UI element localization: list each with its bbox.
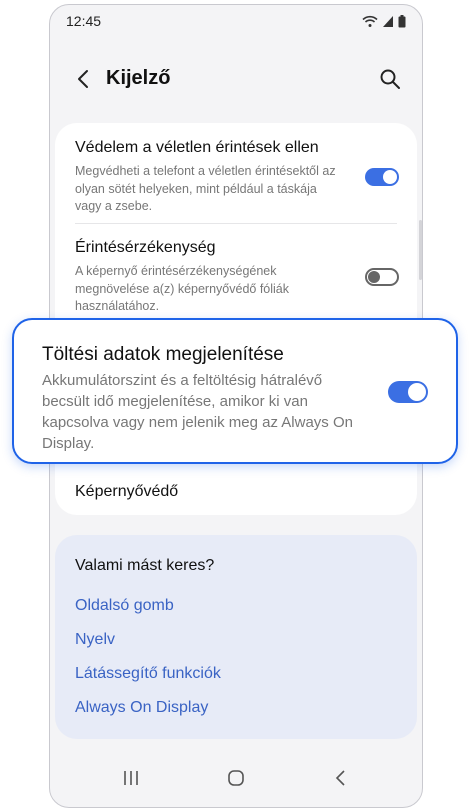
- app-header: Kijelző: [50, 59, 422, 99]
- setting-title: Töltési adatok megjelenítése: [42, 344, 284, 365]
- charging-info-toggle[interactable]: [388, 381, 428, 403]
- back-arrow-icon[interactable]: [72, 67, 96, 91]
- suggestion-link[interactable]: Oldalsó gomb: [75, 597, 174, 615]
- setting-title: Védelem a véletlen érintések ellen: [75, 139, 319, 156]
- page-title: Kijelző: [106, 67, 171, 89]
- setting-title: Érintésérzékenység: [75, 239, 216, 256]
- back-nav-icon[interactable]: [332, 769, 350, 787]
- setting-description: A képernyő érintésérzékenységének megnöv…: [75, 264, 290, 313]
- suggestions-heading: Valami mást keres?: [75, 557, 215, 574]
- setting-screensaver[interactable]: Képernyővédő: [75, 483, 397, 501]
- touch-sensitivity-toggle[interactable]: [365, 268, 399, 286]
- divider: [75, 223, 397, 224]
- setting-title: Képernyővédő: [75, 483, 179, 500]
- wifi-icon: [362, 15, 378, 27]
- suggestion-link[interactable]: Always On Display: [75, 699, 208, 717]
- setting-description: Megvédheti a telefont a véletlen érintés…: [75, 164, 336, 213]
- search-icon[interactable]: [378, 67, 402, 91]
- accidental-touch-toggle[interactable]: [365, 168, 399, 186]
- suggestion-link[interactable]: Látássegítő funkciók: [75, 665, 221, 683]
- setting-touch-sensitivity[interactable]: Érintésérzékenység A képernyő érintésérz…: [75, 239, 397, 316]
- setting-accidental-touch[interactable]: Védelem a véletlen érintések ellen Megvé…: [75, 139, 397, 216]
- home-icon[interactable]: [227, 769, 245, 787]
- highlighted-setting-charging-info[interactable]: Töltési adatok megjelenítése Akkumulátor…: [12, 318, 458, 464]
- recent-apps-icon[interactable]: [122, 769, 140, 787]
- suggestion-link[interactable]: Nyelv: [75, 631, 115, 649]
- navigation-bar: [50, 755, 422, 807]
- battery-icon: [398, 15, 406, 28]
- side-button: [419, 220, 422, 280]
- status-time: 12:45: [66, 13, 102, 29]
- setting-description: Akkumulátorszint és a feltöltésig hátral…: [42, 372, 353, 452]
- signal-icon: [383, 16, 393, 27]
- status-bar: 12:45: [66, 13, 406, 33]
- suggestions-panel: Valami mást keres? Oldalsó gomb Nyelv Lá…: [55, 535, 417, 739]
